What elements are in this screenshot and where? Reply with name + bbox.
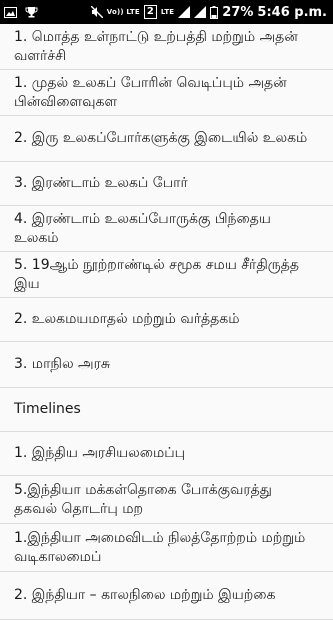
status-right: Vo)) LTE 2 LTE 27% 5:46 p.m. [90,4,327,20]
signal-2-icon [194,6,207,18]
list-item[interactable]: 1.இந்தியா அமைவிடம் நிலத்தோற்றம் மற்றும் … [0,524,333,572]
list-item[interactable]: 3. மாநில அரசு [0,342,333,388]
mute-icon [90,6,103,18]
signal-icon [178,6,191,18]
item-list: 1. மொத்த உள்நாட்டு உற்பத்தி மற்றும் அதன்… [0,24,333,620]
list-item-label: 5. 19ஆம் நூற்றாண்டில் சமூக சமய சீர்திருத… [14,256,300,292]
list-item[interactable]: 1. மொத்த உள்நாட்டு உற்பத்தி மற்றும் அதன்… [0,24,333,70]
status-bar: Vo)) LTE 2 LTE 27% 5:46 p.m. [0,0,333,24]
list-item-label: 1. முதல் உலகப் போரின் வெடிப்பும் அதன் பி… [14,74,287,110]
volte-label: Vo)) LTE [106,7,140,16]
list-item-label: 3. மாநில அரசு [14,356,110,372]
clock-time: 5:46 p.m. [257,4,327,20]
battery-icon [210,5,219,19]
list-item-label: 1. மொத்த உள்நாட்டு உற்பத்தி மற்றும் அதன்… [14,28,298,64]
list-item[interactable]: 4. இரண்டாம் உலகப்போருக்கு பிந்தைய உலகம் [0,206,333,252]
list-item-label: 4. இரண்டாம் உலகப்போருக்கு பிந்தைய உலகம் [14,210,271,246]
list-item[interactable]: 5.இந்தியா மக்கள்தொகை போக்குவரத்து தகவல் … [0,476,333,524]
list-item-label: 2. இந்தியா – காலநிலை மற்றும் இயற்கை [14,587,276,603]
list-item[interactable]: 1. முதல் உலகப் போரின் வெடிப்பும் அதன் பி… [0,70,333,116]
list-item[interactable]: 2. உலகமயமாதல் மற்றும் வர்த்தகம் [0,298,333,342]
list-item-label: 3. இரண்டாம் உலகப் போர் [14,175,188,191]
status-left [4,6,38,18]
image-icon [4,6,17,18]
list-item-label: 2. உலகமயமாதல் மற்றும் வர்த்தகம் [14,311,240,327]
section-header-timelines[interactable]: Timelines [0,388,333,432]
lte-label: LTE [160,7,175,16]
list-item-label: 5.இந்தியா மக்கள்தொகை போக்குவரத்து தகவல் … [14,481,272,517]
section-header-label: Timelines [14,401,81,417]
trophy-icon [25,6,38,18]
list-item-label: 1. இந்திய அரசியலமைப்பு [14,445,186,461]
list-item-label: 1.இந்தியா அமைவிடம் நிலத்தோற்றம் மற்றும் … [14,529,306,565]
list-item[interactable]: 1. இந்திய அரசியலமைப்பு [0,432,333,476]
list-item[interactable]: 2. இரு உலகப்போர்களுக்கு இடையில் உலகம் [0,116,333,162]
list-item[interactable]: 3. இரண்டாம் உலகப் போர் [0,162,333,206]
list-item[interactable]: 5. 19ஆம் நூற்றாண்டில் சமூக சமய சீர்திருத… [0,252,333,298]
battery-percent: 27% [222,4,254,20]
list-item-label: 2. இரு உலகப்போர்களுக்கு இடையில் உலகம் [14,130,308,146]
sim-badge: 2 [143,5,157,19]
list-item[interactable]: 2. இந்தியா – காலநிலை மற்றும் இயற்கை [0,572,333,620]
